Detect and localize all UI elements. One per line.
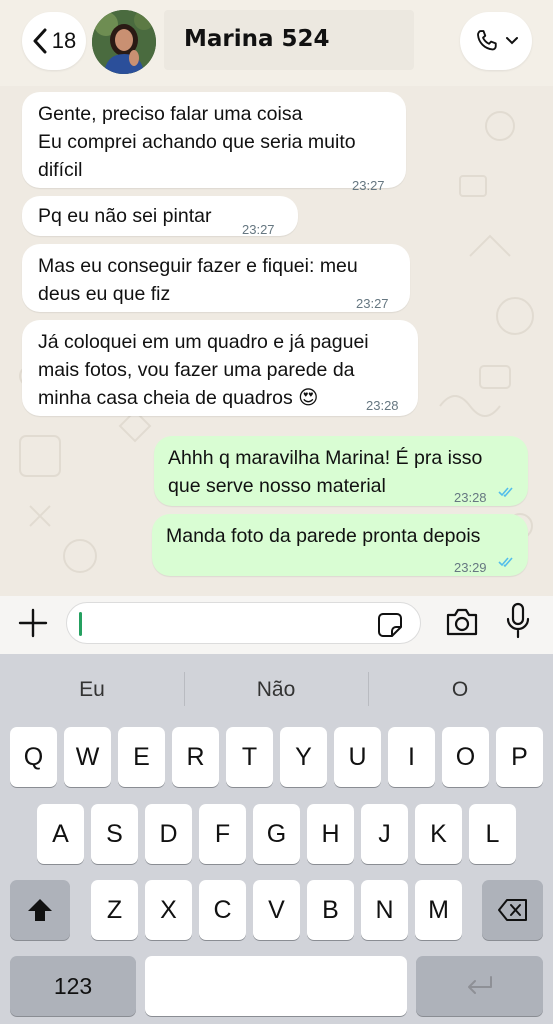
message-input[interactable] — [66, 602, 421, 644]
chevron-down-icon — [506, 37, 518, 45]
text-cursor — [79, 612, 82, 636]
chat-area[interactable]: Gente, preciso falar uma coisa Eu compre… — [0, 86, 553, 596]
key[interactable]: F — [199, 804, 246, 864]
suggestion-divider — [368, 672, 369, 706]
key[interactable]: O — [442, 727, 489, 787]
key[interactable]: V — [253, 880, 300, 940]
contact-name[interactable]: Marina 524 — [184, 26, 330, 52]
key[interactable]: J — [361, 804, 408, 864]
backspace-icon — [497, 899, 527, 921]
message-time: 23:28 — [366, 398, 399, 413]
keyboard: Eu Não O Q W E R T Y U I O P A S D F G H… — [0, 654, 553, 1024]
key[interactable]: Y — [280, 727, 327, 787]
message-text: Ahhh q maravilha Marina! É pra isso — [168, 447, 483, 469]
suggestion[interactable]: Não — [216, 678, 336, 702]
message-bubble[interactable]: Gente, preciso falar uma coisa Eu compre… — [22, 92, 406, 193]
message-text: Eu comprei achando que seria muito — [38, 131, 356, 153]
message-text: difícil — [38, 159, 83, 181]
message-bubble[interactable]: Ahhh q maravilha Marina! É pra isso que … — [154, 436, 528, 506]
key[interactable]: A — [37, 804, 84, 864]
return-icon — [467, 976, 492, 994]
key[interactable]: Z — [91, 880, 138, 940]
call-button[interactable] — [460, 12, 532, 70]
unread-count: 18 — [51, 28, 77, 53]
message-bubble[interactable]: Manda foto da parede pronta depois 23:29 — [152, 514, 528, 576]
avatar[interactable] — [92, 10, 156, 74]
key[interactable]: I — [388, 727, 435, 787]
message-text: mais fotos, vou fazer uma parede da — [38, 359, 355, 381]
suggestion[interactable]: O — [400, 678, 520, 702]
shift-icon — [28, 899, 52, 921]
message-time: 23:27 — [356, 296, 389, 311]
message-bubble[interactable]: Mas eu conseguir fazer e fiquei: meu deu… — [22, 244, 410, 312]
chevron-left-icon — [33, 28, 47, 54]
chat-header: 18 Marina 524 — [0, 0, 553, 86]
key[interactable]: D — [145, 804, 192, 864]
read-receipt-icon — [498, 557, 513, 568]
message-time: 23:27 — [242, 222, 275, 237]
message-bubble[interactable]: Pq eu não sei pintar 23:27 — [22, 196, 298, 237]
microphone-icon[interactable] — [505, 602, 531, 640]
key[interactable]: N — [361, 880, 408, 940]
suggestion[interactable]: Eu — [32, 678, 152, 702]
backspace-key[interactable] — [482, 880, 543, 940]
numbers-key-label: 123 — [53, 972, 93, 999]
shift-key[interactable] — [10, 880, 70, 940]
message-text: Gente, preciso falar uma coisa — [38, 103, 303, 125]
key[interactable]: U — [334, 727, 381, 787]
key[interactable]: S — [91, 804, 138, 864]
key[interactable]: G — [253, 804, 300, 864]
key[interactable]: C — [199, 880, 246, 940]
key[interactable]: P — [496, 727, 543, 787]
sticker-icon[interactable] — [377, 612, 403, 638]
suggestion-divider — [184, 672, 185, 706]
message-time: 23:27 — [352, 178, 385, 193]
space-key[interactable] — [145, 956, 407, 1016]
key[interactable]: H — [307, 804, 354, 864]
key[interactable]: T — [226, 727, 273, 787]
message-text: deus eu que fiz — [38, 283, 171, 305]
read-receipt-icon — [498, 487, 513, 498]
key[interactable]: K — [415, 804, 462, 864]
key[interactable]: X — [145, 880, 192, 940]
numbers-key[interactable]: 123 — [10, 956, 136, 1016]
key[interactable]: E — [118, 727, 165, 787]
message-text: Já coloquei em um quadro e já paguei — [38, 331, 369, 353]
phone-icon — [477, 30, 497, 51]
message-time: 23:28 — [454, 490, 487, 505]
message-bubble[interactable]: Já coloquei em um quadro e já paguei mai… — [22, 320, 418, 416]
key[interactable]: R — [172, 727, 219, 787]
back-button[interactable]: 18 — [22, 12, 86, 70]
key[interactable]: W — [64, 727, 111, 787]
message-text: Mas eu conseguir fazer e fiquei: meu — [38, 255, 358, 277]
key[interactable]: Q — [10, 727, 57, 787]
message-text: minha casa cheia de quadros 😍 — [38, 387, 319, 409]
key[interactable]: M — [415, 880, 462, 940]
plus-icon[interactable] — [16, 606, 50, 640]
key[interactable]: B — [307, 880, 354, 940]
return-key[interactable] — [416, 956, 543, 1016]
message-text: Manda foto da parede pronta depois — [166, 525, 481, 547]
camera-icon[interactable] — [444, 606, 480, 638]
composer-bar — [0, 596, 553, 654]
key[interactable]: L — [469, 804, 516, 864]
message-time: 23:29 — [454, 560, 487, 575]
